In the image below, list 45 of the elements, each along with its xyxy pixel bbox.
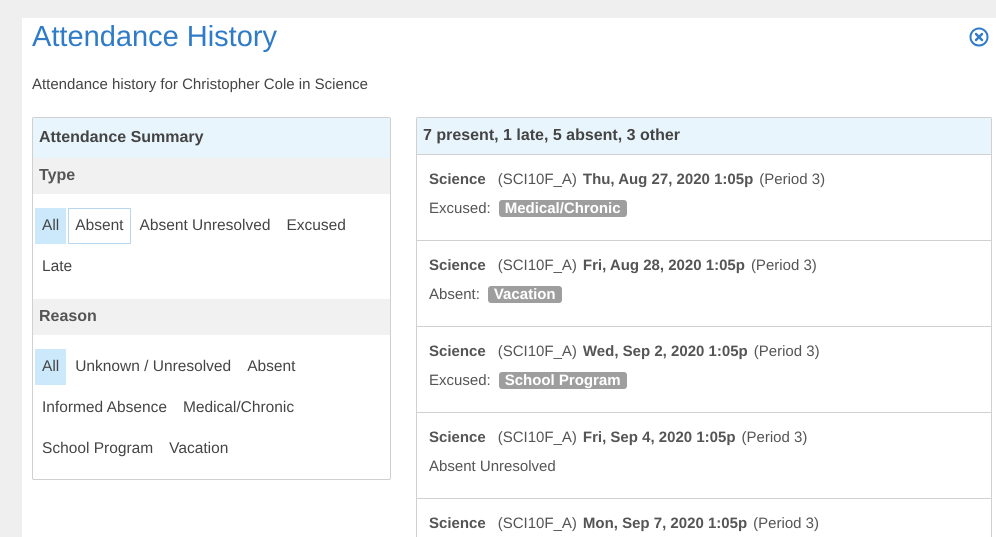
filter-option[interactable]: Vacation — [162, 430, 236, 466]
course-name: Science — [429, 256, 486, 276]
filter-option[interactable]: Medical/Chronic — [176, 390, 302, 426]
date-time: Mon, Sep 7, 2020 1:05p — [582, 514, 748, 534]
filter-option[interactable]: School Program — [35, 430, 160, 466]
filter-option[interactable]: Absent — [68, 208, 130, 244]
reason-tag: School Program — [498, 372, 627, 389]
status-label: Absent Unresolved — [429, 456, 556, 476]
filter-option[interactable]: All — [35, 208, 66, 244]
period-label: (Period 3) — [753, 514, 820, 534]
period-label: (Period 3) — [754, 342, 820, 362]
section-code: (SCI10F_A) — [498, 342, 577, 362]
period-label: (Period 3) — [759, 170, 826, 190]
course-name: Science — [429, 428, 486, 448]
period-label: (Period 3) — [750, 256, 817, 276]
filter-option[interactable]: Late — [35, 248, 80, 284]
summary-title: Attendance Summary — [33, 118, 390, 158]
section-code: (SCI10F_A) — [498, 514, 577, 534]
date-time: Fri, Aug 28, 2020 1:05p — [582, 256, 745, 276]
reason-tag: Vacation — [488, 286, 562, 303]
reason-tag: Medical/Chronic — [498, 200, 627, 217]
group-heading: Type — [33, 158, 390, 194]
dialog-subtitle: Attendance history for Christopher Cole in Science — [32, 75, 370, 95]
date-time: Fri, Sep 4, 2020 1:05p — [582, 428, 736, 448]
status-label: Excused: — [429, 370, 491, 390]
status-label: Absent: — [429, 284, 480, 304]
status-label: Excused: — [429, 198, 491, 218]
filter-option[interactable]: Excused — [279, 208, 353, 244]
section-code: (SCI10F_A) — [498, 428, 577, 448]
dialog-title: Attendance History — [32, 20, 278, 55]
attendance-counts: 7 present, 1 late, 5 absent, 3 other — [417, 118, 991, 154]
section-code: (SCI10F_A) — [498, 170, 577, 190]
course-name: Science — [429, 170, 486, 190]
filter-option[interactable]: Informed Absence — [35, 390, 174, 426]
filter-option[interactable]: Absent — [240, 348, 302, 384]
filter-option[interactable]: Absent Unresolved — [132, 208, 278, 244]
filter-option[interactable]: Unknown / Unresolved — [68, 348, 238, 384]
section-code: (SCI10F_A) — [498, 256, 577, 276]
date-time: Thu, Aug 27, 2020 1:05p — [582, 170, 754, 190]
period-label: (Period 3) — [742, 428, 808, 448]
filter-option[interactable]: All — [35, 348, 66, 384]
group-heading: Reason — [33, 298, 390, 334]
date-time: Wed, Sep 2, 2020 1:05p — [582, 342, 748, 362]
course-name: Science — [429, 514, 486, 534]
course-name: Science — [429, 342, 486, 362]
